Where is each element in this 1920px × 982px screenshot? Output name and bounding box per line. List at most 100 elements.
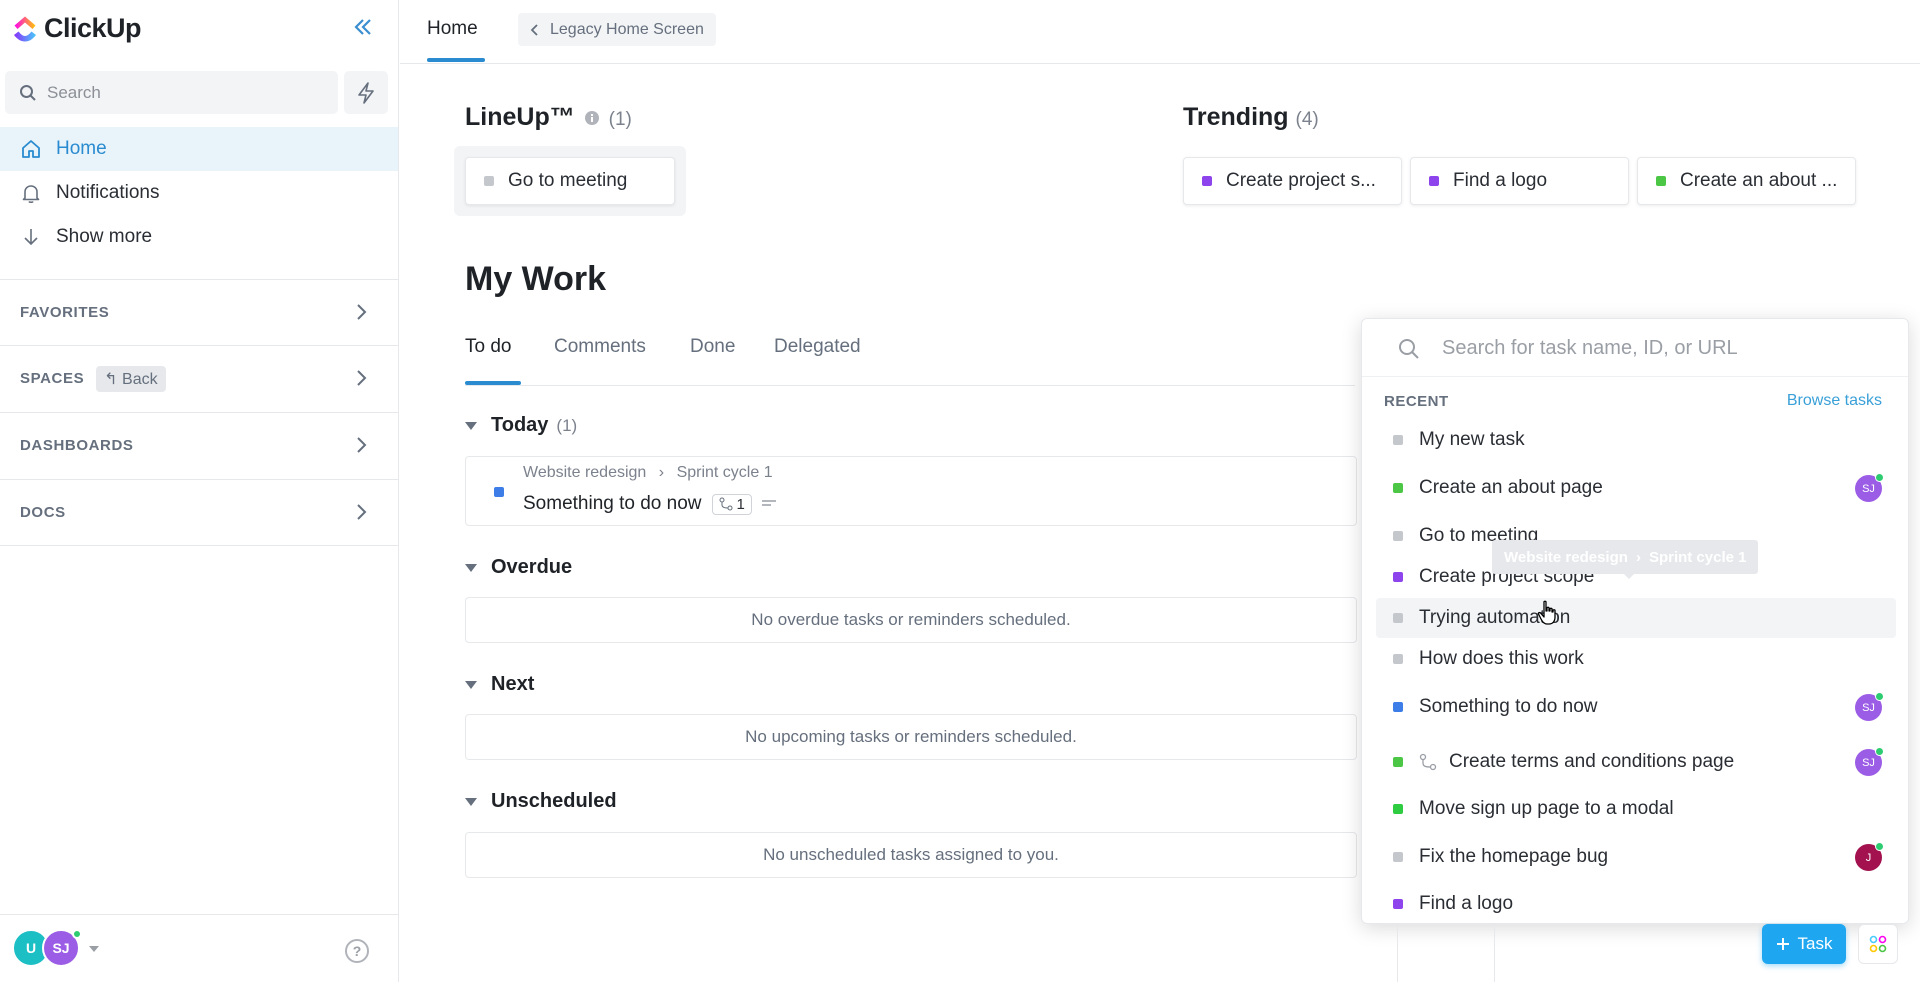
tab-home[interactable]: Home	[427, 18, 478, 40]
status-square	[1393, 613, 1403, 623]
group-next-header[interactable]: Next	[465, 673, 534, 696]
sidebar-section-docs[interactable]: DOCS	[0, 479, 398, 546]
legacy-home-button[interactable]: Legacy Home Screen	[518, 13, 716, 46]
lightning-icon	[358, 81, 374, 104]
avatar-initials: SJ	[1862, 482, 1875, 495]
tooltip-list: Website redesign	[1504, 548, 1628, 566]
chevron-right-icon	[357, 304, 367, 320]
trending-task-chip[interactable]: Find a logo	[1410, 157, 1629, 205]
status-square	[1393, 531, 1403, 541]
crumb-sprint[interactable]: Sprint cycle 1	[677, 464, 773, 481]
lineup-task-chip[interactable]: Go to meeting	[465, 157, 675, 205]
task-name[interactable]: Something to do now 1	[523, 493, 776, 515]
tab-done[interactable]: Done	[690, 336, 735, 358]
avatar-initials: SJ	[52, 940, 70, 956]
chevron-right-icon	[357, 370, 367, 386]
active-tab-indicator	[427, 58, 485, 62]
task-label: Create terms and conditions page	[1449, 751, 1735, 772]
status-square	[1202, 176, 1212, 186]
sidebar-item-notifications[interactable]: Notifications	[0, 171, 398, 215]
assignee-avatar[interactable]: J	[1855, 842, 1884, 871]
online-status-dot	[1875, 842, 1884, 851]
chevron-right-icon	[357, 437, 367, 453]
search-icon	[1399, 338, 1419, 359]
task-label: Move sign up page to a modal	[1419, 798, 1674, 819]
tab-todo[interactable]: To do	[465, 336, 511, 358]
group-label: Next	[491, 673, 535, 695]
recent-task-item[interactable]: Find a logo	[1376, 884, 1896, 923]
task-label: Fix the homepage bug	[1419, 846, 1609, 867]
sidebar: ClickUp Search Home Notifications Show m…	[0, 0, 399, 982]
new-task-button[interactable]: Task	[1762, 924, 1846, 964]
sidebar-item-show-more[interactable]: Show more	[0, 215, 398, 259]
trending-task-chip[interactable]: Create project s...	[1183, 157, 1402, 205]
logo[interactable]: ClickUp	[12, 13, 142, 44]
recent-task-item[interactable]: Move sign up page to a modal	[1376, 789, 1896, 829]
assignee-avatar[interactable]: SJ	[1855, 473, 1884, 502]
quick-actions-button[interactable]	[344, 71, 388, 114]
avatar-initials: J	[1865, 851, 1872, 864]
task-chip-label: Find a logo	[1453, 170, 1548, 191]
recent-task-item[interactable]: Something to do now SJ	[1376, 687, 1896, 727]
status-square	[1393, 572, 1403, 582]
recent-task-item[interactable]: Trying automation	[1376, 598, 1896, 638]
sidebar-item-home[interactable]: Home	[0, 127, 398, 171]
task-chip-label: Go to meeting	[508, 170, 628, 191]
task-title: Something to do now	[523, 493, 702, 514]
overdue-empty-state: No overdue tasks or reminders scheduled.	[465, 597, 1357, 643]
apps-button[interactable]	[1858, 924, 1898, 964]
assignee-avatar[interactable]: SJ	[1855, 692, 1884, 721]
caret-down-icon	[465, 421, 477, 430]
task-label: How does this work	[1419, 648, 1584, 669]
tab-comments[interactable]: Comments	[554, 336, 646, 358]
trending-task-chip[interactable]: Create an about ...	[1637, 157, 1856, 205]
chevron-right-icon	[357, 504, 367, 520]
sidebar-section-dashboards[interactable]: DASHBOARDS	[0, 412, 398, 478]
help-icon[interactable]: ?	[345, 939, 369, 963]
online-status-dot	[1875, 692, 1884, 701]
subtask-icon	[1419, 753, 1437, 771]
trending-title-text: Trending	[1183, 103, 1289, 131]
subtask-count: 1	[736, 495, 745, 513]
section-label: SPACES	[20, 370, 85, 387]
arrow-down-icon	[24, 229, 38, 246]
group-today-header[interactable]: Today (1)	[465, 414, 577, 437]
group-overdue-header[interactable]: Overdue	[465, 556, 572, 579]
collapse-sidebar-button[interactable]	[350, 16, 376, 42]
browse-tasks-link[interactable]: Browse tasks	[1787, 392, 1882, 410]
tab-delegated[interactable]: Delegated	[774, 336, 861, 358]
recent-task-item[interactable]: Fix the homepage bug J	[1376, 837, 1896, 877]
sidebar-section-favorites[interactable]: FAVORITES	[0, 279, 398, 345]
column-divider	[1494, 924, 1495, 982]
lineup-count: (1)	[608, 109, 632, 130]
subtask-badge[interactable]: 1	[711, 493, 752, 515]
recent-task-item[interactable]: Create an about page SJ	[1376, 468, 1896, 508]
online-status-dot	[1875, 747, 1884, 756]
status-square	[1393, 702, 1403, 712]
sidebar-search-input[interactable]: Search	[5, 71, 338, 114]
info-icon[interactable]	[584, 110, 600, 126]
status-square	[1656, 176, 1666, 186]
caret-down-icon[interactable]	[89, 945, 99, 953]
assignee-avatar[interactable]: SJ	[1855, 747, 1884, 776]
description-icon	[761, 500, 776, 506]
task-row[interactable]: Website redesign › Sprint cycle 1 Someth…	[465, 456, 1357, 526]
crumb-list[interactable]: Website redesign	[523, 464, 646, 481]
caret-down-icon	[465, 680, 477, 689]
sidebar-search-placeholder: Search	[47, 82, 101, 102]
subtask-icon	[719, 497, 733, 511]
status-square	[1393, 757, 1403, 767]
mywork-title: My Work	[465, 260, 607, 298]
spaces-back-button[interactable]: ↰ Back	[96, 365, 166, 392]
crumb-separator-icon: ›	[658, 464, 665, 481]
recent-task-item[interactable]: Create terms and conditions page SJ	[1376, 742, 1896, 782]
group-unscheduled-header[interactable]: Unscheduled	[465, 790, 617, 813]
status-square	[494, 487, 504, 497]
recent-task-item[interactable]: How does this work	[1376, 639, 1896, 679]
recent-task-item[interactable]: My new task	[1376, 420, 1896, 460]
sidebar-section-spaces[interactable]: SPACES ↰ Back	[0, 345, 398, 411]
status-square	[1429, 176, 1439, 186]
status-square	[1393, 483, 1403, 493]
task-search-input[interactable]: Search for task name, ID, or URL	[1398, 337, 1738, 360]
tooltip-sprint: Sprint cycle 1	[1648, 548, 1747, 566]
